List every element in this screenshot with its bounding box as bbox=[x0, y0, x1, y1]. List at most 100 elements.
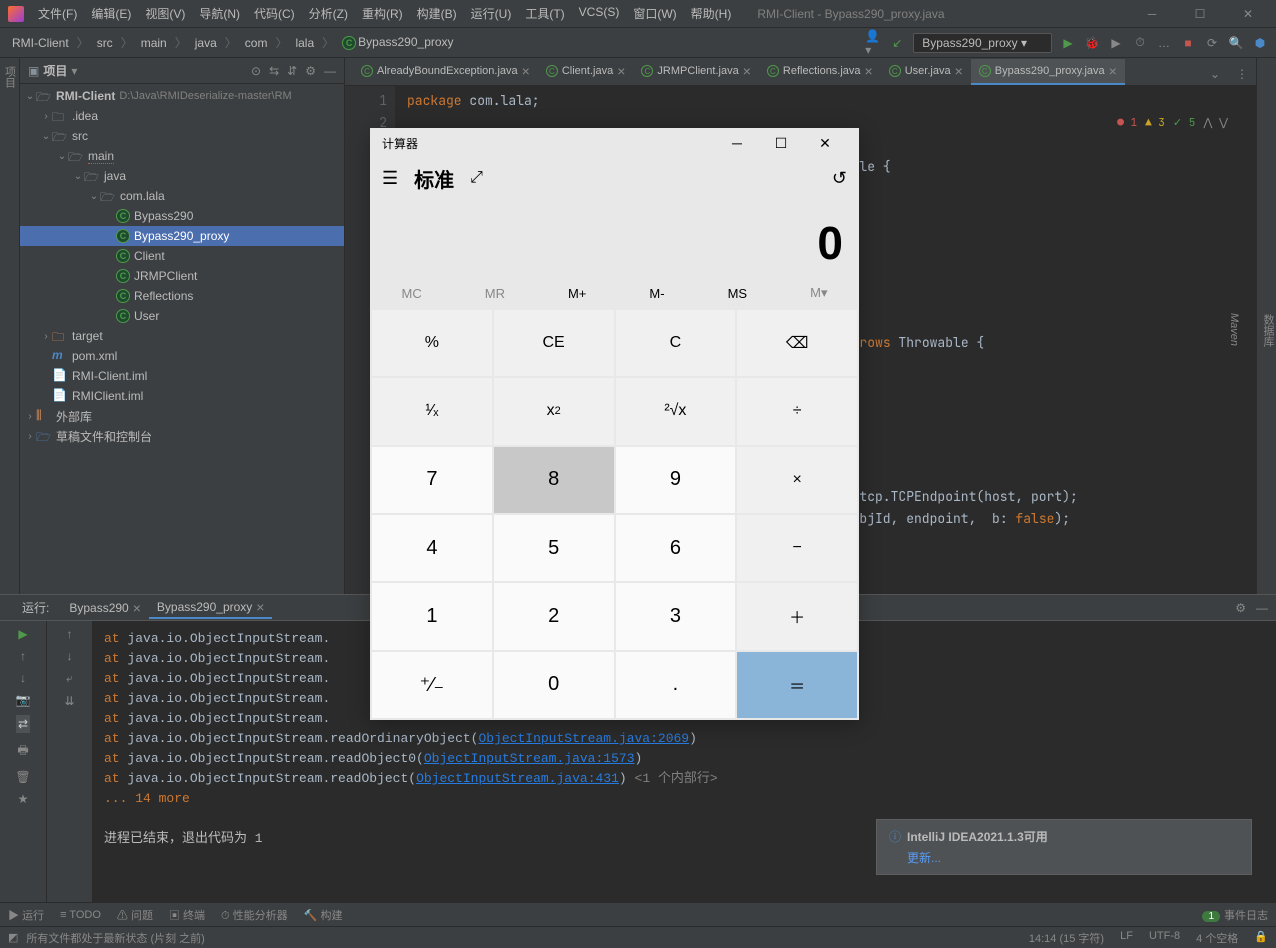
tree-row[interactable]: ›🗀.idea bbox=[20, 106, 344, 126]
calc-pin-icon[interactable]: ⤢ bbox=[470, 169, 483, 187]
calc-key-＝[interactable]: ＝ bbox=[737, 652, 857, 718]
tree-row[interactable]: ⌄🗁com.lala bbox=[20, 186, 344, 206]
calc-minimize-button[interactable]: ─ bbox=[715, 128, 759, 158]
menu-item[interactable]: 文件(F) bbox=[32, 3, 83, 24]
left-tool-stripe[interactable]: 项目 bbox=[0, 58, 20, 594]
calc-mem-button[interactable]: M- bbox=[649, 286, 664, 301]
problems-tool-button[interactable]: ⚠ 问题 bbox=[117, 907, 153, 923]
close-icon[interactable]: × bbox=[955, 63, 963, 79]
editor-tab[interactable]: C Reflections.java× bbox=[759, 59, 881, 85]
maximize-button[interactable]: ☐ bbox=[1180, 0, 1220, 28]
tree-row[interactable]: ⌄🗁src bbox=[20, 126, 344, 146]
run-tab-bypass290-proxy[interactable]: Bypass290_proxy × bbox=[149, 597, 273, 619]
expand-all-icon[interactable]: ⇆ bbox=[269, 64, 279, 78]
file-encoding[interactable]: UTF-8 bbox=[1149, 930, 1180, 946]
breadcrumb-item[interactable]: com bbox=[241, 34, 272, 52]
breadcrumb-item[interactable]: RMI-Client bbox=[8, 34, 73, 52]
status-window-icon[interactable]: ◩ bbox=[8, 931, 18, 944]
right-tool-stripe[interactable]: 数据库 Maven bbox=[1256, 58, 1276, 594]
calc-maximize-button[interactable]: ☐ bbox=[759, 128, 803, 158]
calc-key-CE[interactable]: CE bbox=[494, 310, 614, 376]
calc-key-²√x[interactable]: ²√x bbox=[616, 378, 736, 444]
wrap-icon[interactable]: ⤶ bbox=[66, 671, 73, 686]
calc-history-icon[interactable]: ↺ bbox=[832, 168, 847, 189]
down-icon[interactable]: ↓ bbox=[20, 671, 26, 685]
rerun-icon[interactable]: ▶ bbox=[18, 627, 27, 641]
stop-icon[interactable]: ■ bbox=[1180, 35, 1196, 51]
run-tab-bypass290[interactable]: Bypass290 × bbox=[61, 598, 149, 618]
select-opened-icon[interactable]: ⊙ bbox=[251, 64, 261, 78]
tab-dropdown-icon[interactable]: ⌄ bbox=[1202, 63, 1228, 85]
calc-key-0[interactable]: 0 bbox=[494, 652, 614, 718]
calc-key-7[interactable]: 7 bbox=[372, 447, 492, 513]
debug-icon[interactable]: 🐞 bbox=[1084, 35, 1100, 51]
menu-item[interactable]: 工具(T) bbox=[519, 3, 570, 24]
editor-tab[interactable]: C Bypass290_proxy.java× bbox=[971, 59, 1125, 85]
calc-titlebar[interactable]: 计算器 ─ ☐ ✕ bbox=[370, 128, 859, 158]
update-notification[interactable]: ⓘIntelliJ IDEA2021.1.3可用 更新... bbox=[876, 819, 1252, 875]
calc-key-⌫[interactable]: ⌫ bbox=[737, 310, 857, 376]
calc-key-÷[interactable]: ÷ bbox=[737, 378, 857, 444]
terminal-tool-button[interactable]: ▣ 终端 bbox=[169, 907, 205, 923]
stack-up-icon[interactable]: ↑ bbox=[67, 627, 73, 641]
close-button[interactable]: ✕ bbox=[1228, 0, 1268, 28]
ide-settings-icon[interactable]: ⬢ bbox=[1252, 35, 1268, 51]
tree-row[interactable]: CBypass290 bbox=[20, 206, 344, 226]
minimize-button[interactable]: ─ bbox=[1132, 0, 1172, 28]
calc-key-9[interactable]: 9 bbox=[616, 447, 736, 513]
breadcrumb-item[interactable]: lala bbox=[291, 34, 318, 52]
breadcrumb-item[interactable]: java bbox=[191, 34, 221, 52]
run-config-selector[interactable]: Bypass290_proxy ▾ bbox=[913, 33, 1052, 53]
settings-icon[interactable]: ⚙ bbox=[305, 64, 316, 78]
close-icon[interactable]: × bbox=[617, 63, 625, 79]
menu-item[interactable]: 窗口(W) bbox=[627, 3, 682, 24]
up-icon[interactable]: ↑ bbox=[20, 649, 26, 663]
line-separator[interactable]: LF bbox=[1120, 930, 1133, 946]
calc-key-3[interactable]: 3 bbox=[616, 583, 736, 649]
scroll-icon[interactable]: ⇊ bbox=[64, 694, 74, 708]
calc-key-1[interactable]: 1 bbox=[372, 583, 492, 649]
editor-tab[interactable]: C User.java× bbox=[881, 59, 971, 85]
calc-key-×[interactable]: × bbox=[737, 447, 857, 513]
tree-row[interactable]: ›⫼外部库 bbox=[20, 406, 344, 426]
calc-key-＋[interactable]: ＋ bbox=[737, 583, 857, 649]
hide-icon[interactable]: — bbox=[324, 64, 336, 78]
favorite-icon[interactable]: ★ bbox=[18, 792, 29, 806]
calc-key-⁺⁄₋[interactable]: ⁺⁄₋ bbox=[372, 652, 492, 718]
vcs-icon[interactable]: ⟳ bbox=[1204, 35, 1220, 51]
tree-row[interactable]: ⌄🗁main bbox=[20, 146, 344, 166]
event-log-button[interactable]: 1事件日志 bbox=[1202, 907, 1268, 923]
menu-item[interactable]: 运行(U) bbox=[465, 3, 518, 24]
breadcrumb-item[interactable]: CBypass290_proxy bbox=[338, 33, 457, 52]
run-icon[interactable]: ▶ bbox=[1060, 35, 1076, 51]
indent-setting[interactable]: 4 个空格 bbox=[1196, 930, 1238, 946]
tree-row[interactable]: 📄RMIClient.iml bbox=[20, 386, 344, 406]
delete-icon[interactable]: 🗑 bbox=[15, 770, 30, 784]
calc-key-.[interactable]: . bbox=[616, 652, 736, 718]
menu-item[interactable]: 视图(V) bbox=[139, 3, 191, 24]
profile-icon[interactable]: ⏱ bbox=[1132, 35, 1148, 51]
profiler-tool-button[interactable]: ⏱ 性能分析器 bbox=[221, 907, 288, 923]
calc-key-¹⁄ₓ[interactable]: ¹⁄ₓ bbox=[372, 378, 492, 444]
cursor-position[interactable]: 14:14 (15 字符) bbox=[1029, 930, 1104, 946]
tree-row[interactable]: ⌄🗁RMI-ClientD:\Java\RMIDeserialize-maste… bbox=[20, 86, 344, 106]
menu-item[interactable]: 导航(N) bbox=[193, 3, 246, 24]
menu-item[interactable]: 帮助(H) bbox=[685, 3, 738, 24]
close-icon[interactable]: × bbox=[522, 63, 530, 79]
menu-item[interactable]: 分析(Z) bbox=[303, 3, 354, 24]
vcs-update-icon[interactable]: ↙ bbox=[889, 35, 905, 51]
tree-row[interactable]: CClient bbox=[20, 246, 344, 266]
search-icon[interactable]: 🔍 bbox=[1228, 35, 1244, 51]
tree-row[interactable]: ›🗀target bbox=[20, 326, 344, 346]
breadcrumb-item[interactable]: src bbox=[93, 34, 117, 52]
tree-row[interactable]: mpom.xml bbox=[20, 346, 344, 366]
tree-row[interactable]: CUser bbox=[20, 306, 344, 326]
lock-icon[interactable]: 🔒 bbox=[1254, 930, 1268, 946]
editor-tab[interactable]: C AlreadyBoundException.java× bbox=[353, 59, 538, 85]
update-link[interactable]: 更新... bbox=[907, 851, 941, 865]
run-hide-icon[interactable]: — bbox=[1256, 601, 1268, 615]
calc-key-2[interactable]: 2 bbox=[494, 583, 614, 649]
calc-key-C[interactable]: C bbox=[616, 310, 736, 376]
calc-key-5[interactable]: 5 bbox=[494, 515, 614, 581]
calc-mem-button[interactable]: MS bbox=[728, 286, 748, 301]
